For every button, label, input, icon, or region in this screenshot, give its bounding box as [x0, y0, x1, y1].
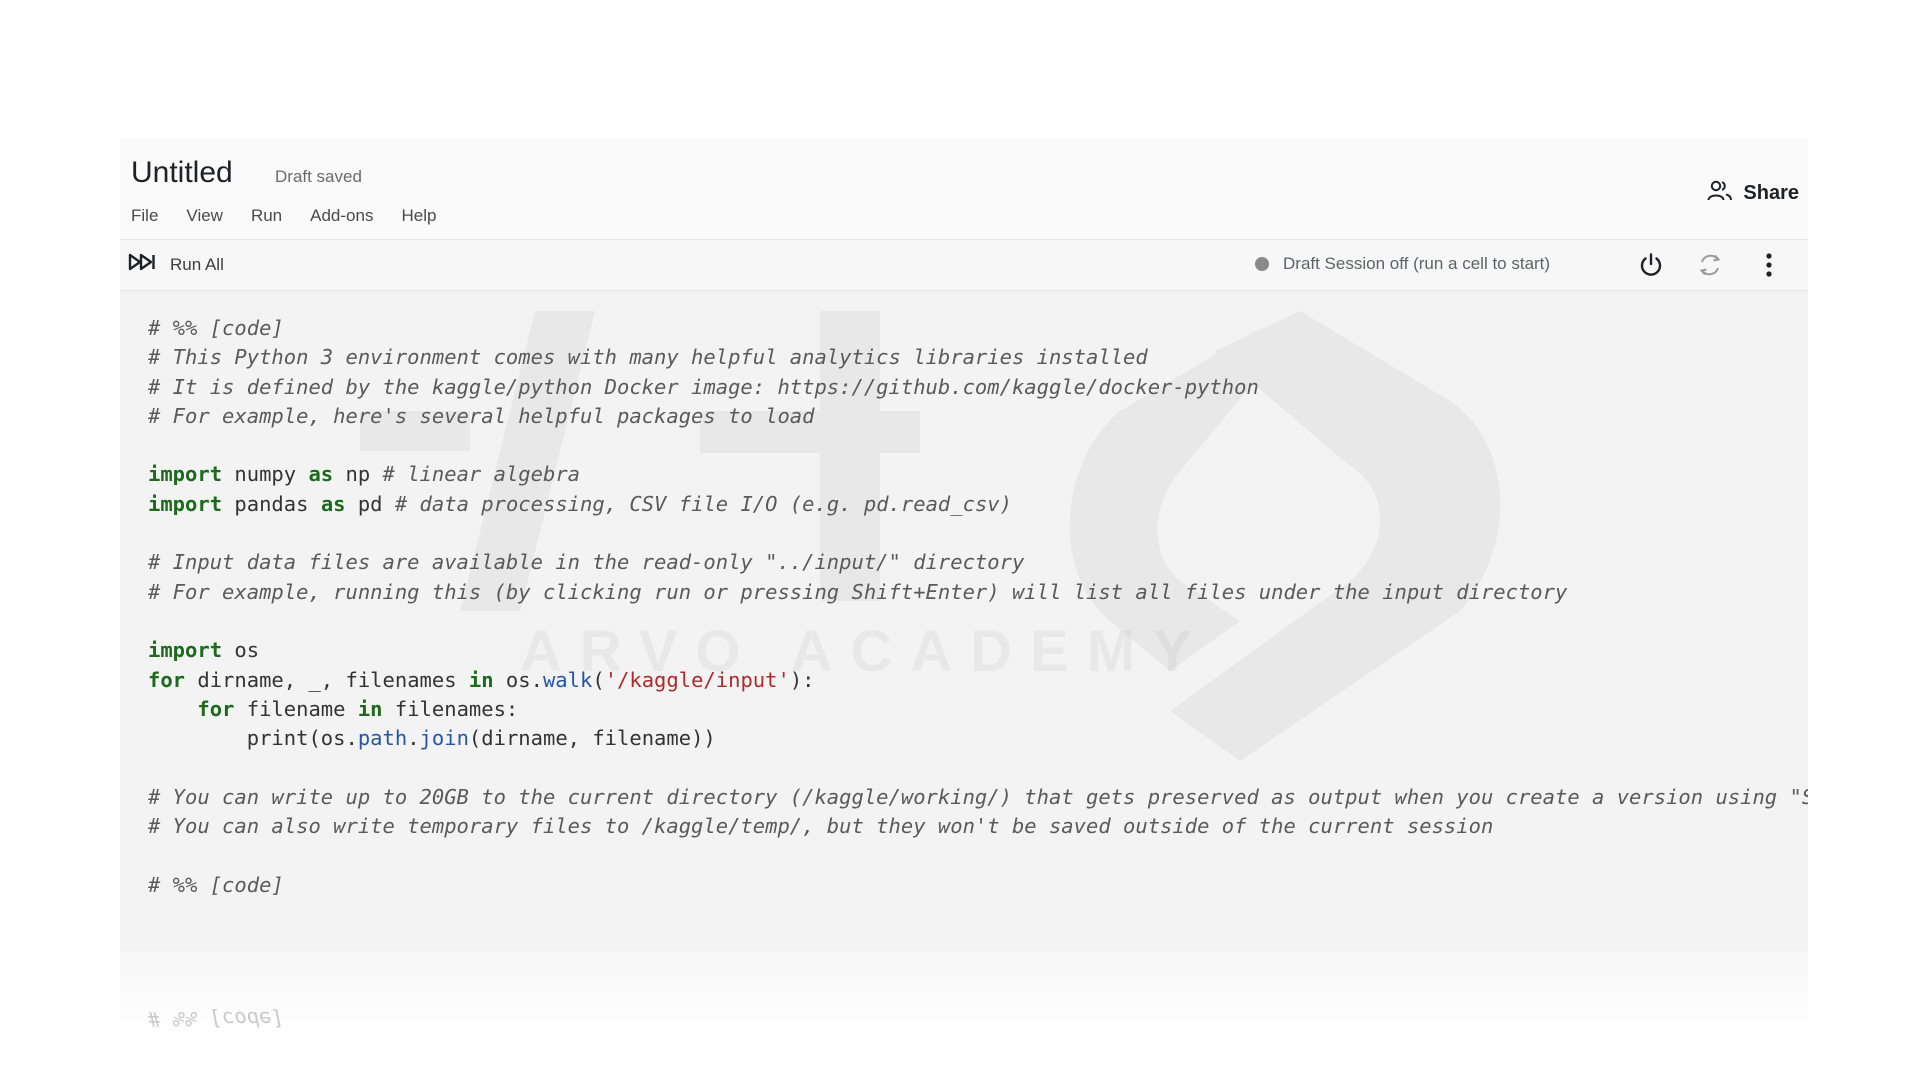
code-string: '/kaggle/input' — [604, 667, 790, 692]
share-label: Share — [1743, 182, 1799, 204]
code-token: dirname, _, filenames — [185, 667, 469, 692]
code-line: # For example, here's several helpful pa… — [148, 402, 1808, 431]
code-token: pd — [345, 491, 395, 516]
power-icon[interactable] — [1636, 250, 1666, 280]
more-vert-icon[interactable] — [1754, 250, 1784, 280]
code-comment: # For example, here's several helpful pa… — [148, 403, 815, 428]
code-token: filename — [234, 696, 358, 721]
reflection-fade: # %% [code] — [120, 951, 1808, 1080]
menu-file[interactable]: File — [131, 206, 158, 226]
share-button[interactable]: Share — [1707, 180, 1799, 207]
people-icon — [1707, 180, 1733, 207]
fast-forward-icon — [128, 252, 156, 277]
code-function: join — [419, 726, 469, 751]
code-keyword: as — [320, 491, 346, 516]
code-token: os. — [493, 667, 543, 692]
restart-icon[interactable] — [1695, 250, 1725, 280]
code-token: np — [333, 462, 383, 487]
menu-help[interactable]: Help — [401, 206, 436, 226]
code-token: numpy — [222, 462, 309, 487]
code-function: path — [357, 726, 408, 751]
screenshot-stage: Untitled Draft saved File View Run Add-o… — [0, 0, 1920, 1080]
run-all-button[interactable]: Run All — [128, 252, 224, 277]
code-token: os — [222, 638, 260, 663]
code-line: import numpy as np # linear algebra — [148, 460, 1808, 489]
code-token: filenames: — [382, 696, 519, 721]
code-comment: # data processing, CSV file I/O (e.g. pd… — [394, 491, 1012, 516]
notebook-title[interactable]: Untitled — [131, 156, 233, 190]
code-comment: # %% [code] — [148, 872, 284, 897]
code-keyword: in — [357, 696, 383, 721]
code-keyword: for — [148, 667, 186, 692]
session-status-text: Draft Session off (run a cell to start) — [1283, 254, 1551, 273]
session-status: Draft Session off (run a cell to start) — [1255, 254, 1550, 274]
code-keyword: as — [308, 462, 334, 487]
notebook-header: Untitled Draft saved File View Run Add-o… — [120, 138, 1808, 240]
code-line: for dirname, _, filenames in os.walk('/k… — [148, 666, 1808, 695]
code-line: # You can write up to 20GB to the curren… — [148, 783, 1808, 812]
code-keyword: import — [148, 491, 223, 516]
menu-bar: File View Run Add-ons Help — [131, 206, 464, 226]
code-keyword: import — [148, 638, 223, 663]
menu-run[interactable]: Run — [251, 206, 282, 226]
code-keyword: for — [197, 696, 235, 721]
code-line: # For example, running this (by clicking… — [148, 578, 1808, 607]
code-token: ( — [592, 667, 605, 692]
code-comment: # Input data files are available in the … — [148, 550, 1025, 575]
code-line: # %% [code] — [148, 314, 1808, 343]
code-line: print(os.path.join(dirname, filename)) — [148, 724, 1808, 753]
menu-add-ons[interactable]: Add-ons — [310, 206, 373, 226]
status-dot-icon — [1255, 257, 1269, 271]
code-keyword: import — [148, 462, 223, 487]
code-comment: # This Python 3 environment comes with m… — [148, 345, 1148, 370]
code-line: for filename in filenames: — [148, 695, 1808, 724]
menu-view[interactable]: View — [186, 206, 223, 226]
code-token: print(os. — [148, 726, 358, 751]
notebook-toolbar: Run All Draft Session off (run a cell to… — [120, 240, 1808, 291]
code-cell[interactable]: ARVO ACADEMY # %% [code]# This Python 3 … — [120, 291, 1808, 951]
code-token: ): — [789, 667, 815, 692]
code-line: # %% [code] — [148, 871, 1808, 900]
code-keyword: in — [468, 667, 494, 692]
code-token: pandas — [222, 491, 321, 516]
code-function: walk — [542, 667, 593, 692]
code-comment: # %% [code] — [148, 316, 284, 340]
code-line: # You can also write temporary files to … — [148, 812, 1808, 841]
code-comment: # You can also write temporary files to … — [148, 814, 1494, 839]
code-line: # This Python 3 environment comes with m… — [148, 343, 1808, 372]
run-all-label: Run All — [170, 254, 224, 274]
code-token: (dirname, filename)) — [468, 726, 716, 751]
code-editor[interactable]: # %% [code] # This Python 3 environment c… — [148, 314, 1808, 900]
reflection-text: # %% [code] — [148, 1007, 284, 1031]
code-comment: # You can write up to 20GB to the curren… — [148, 784, 1808, 809]
code-comment: # It is defined by the kaggle/python Doc… — [148, 374, 1259, 399]
code-line: import os — [148, 636, 1808, 665]
code-line: import pandas as pd # data processing, C… — [148, 490, 1808, 519]
draft-status: Draft saved — [275, 167, 362, 186]
code-line: # Input data files are available in the … — [148, 548, 1808, 577]
code-line: # It is defined by the kaggle/python Doc… — [148, 373, 1808, 402]
code-comment: # For example, running this (by clicking… — [148, 579, 1568, 604]
code-comment: # linear algebra — [382, 462, 581, 487]
kaggle-notebook-editor: Untitled Draft saved File View Run Add-o… — [120, 138, 1808, 1080]
code-token: . — [407, 726, 420, 751]
